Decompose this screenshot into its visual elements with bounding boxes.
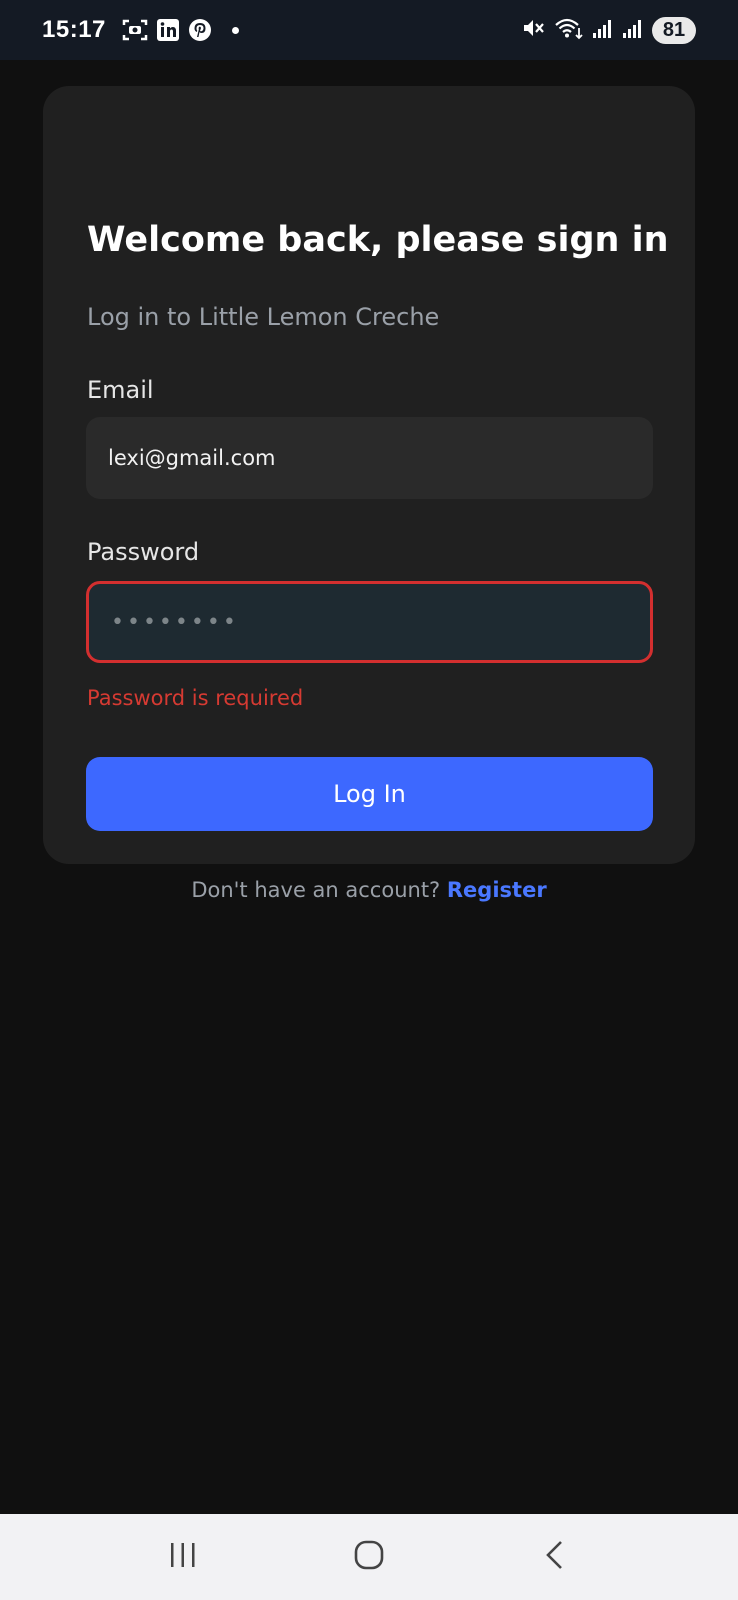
recents-icon (168, 1541, 198, 1573)
login-button[interactable]: Log In (86, 757, 653, 831)
register-prompt: Don't have an account? (191, 878, 441, 902)
register-prompt-line: Don't have an account? Register (43, 878, 695, 902)
password-field[interactable]: •••••••• (86, 581, 653, 663)
email-field[interactable]: lexi@gmail.com (86, 417, 653, 499)
email-value: lexi@gmail.com (108, 446, 276, 470)
wifi-icon (554, 16, 584, 44)
login-card: Welcome back, please sign in Log in to L… (43, 86, 695, 902)
signal-icon (592, 16, 614, 44)
status-right: 81 (522, 16, 696, 44)
home-button[interactable] (339, 1527, 399, 1587)
status-bar: 15:17 81 (0, 0, 738, 60)
recents-button[interactable] (153, 1527, 213, 1587)
back-icon (543, 1539, 567, 1575)
battery-indicator: 81 (652, 16, 696, 44)
linkedin-icon (156, 18, 180, 42)
back-button[interactable] (525, 1527, 585, 1587)
status-left: 15:17 (42, 16, 239, 44)
home-icon (353, 1539, 385, 1575)
screenshot-icon (122, 18, 148, 42)
notification-icons (122, 18, 239, 42)
page-title: Welcome back, please sign in (87, 220, 669, 260)
password-error-message: Password is required (87, 686, 304, 710)
register-link[interactable]: Register (447, 878, 547, 902)
password-value: •••••••• (111, 609, 239, 635)
signal-icon (622, 16, 644, 44)
notification-dot (231, 26, 239, 34)
mute-icon (522, 16, 546, 44)
status-time: 15:17 (42, 16, 106, 43)
email-label: Email (87, 376, 154, 404)
navigation-bar (0, 1514, 738, 1600)
password-label: Password (87, 538, 200, 566)
page-subtitle: Log in to Little Lemon Creche (87, 303, 440, 331)
pinterest-icon (188, 18, 212, 42)
